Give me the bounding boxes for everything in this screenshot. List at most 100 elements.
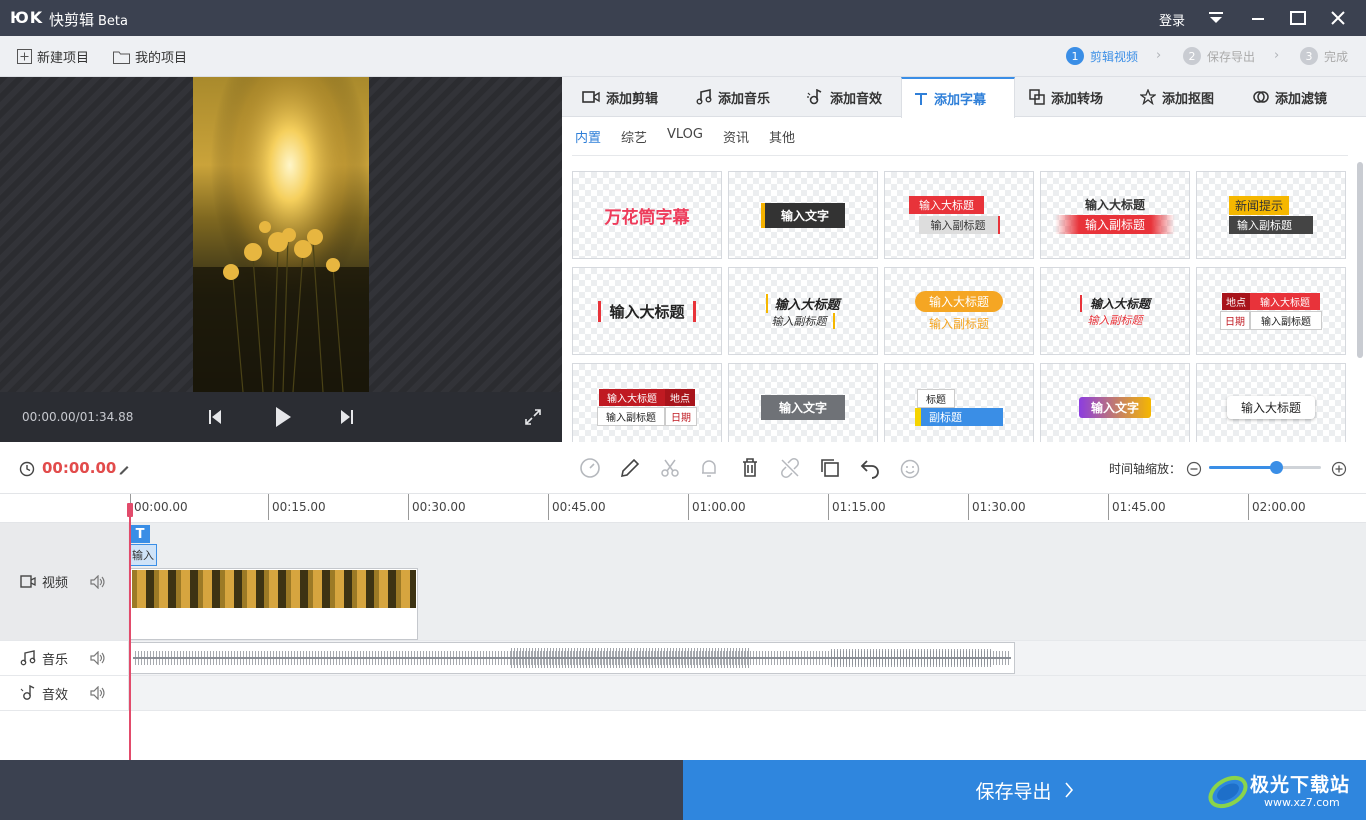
timeline-ruler[interactable]: 00:00.00 00:15.00 00:30.00 00:45.00 01:0…	[0, 494, 1366, 523]
copy-icon[interactable]	[819, 457, 841, 479]
template-card[interactable]: 输入大标题	[572, 267, 722, 355]
template-card[interactable]: 标题 副标题	[884, 363, 1034, 442]
sfx-track-body	[130, 676, 1366, 710]
video-clip[interactable]	[130, 568, 418, 640]
subtab-news[interactable]: 资讯	[723, 127, 749, 146]
zoom-label: 时间轴缩放：	[1109, 462, 1182, 476]
step-export[interactable]: 2 保存导出	[1183, 47, 1255, 65]
close-icon[interactable]	[1325, 6, 1351, 30]
ruler-tick: 00:45.00	[548, 494, 606, 520]
my-projects-button[interactable]: 我的项目	[113, 47, 187, 66]
ruler-tick: 00:15.00	[268, 494, 326, 520]
speaker-icon[interactable]	[90, 651, 106, 665]
zoom-slider-handle[interactable]	[1270, 461, 1284, 474]
template-card[interactable]: 输入文字	[728, 171, 878, 259]
panel-scrollbar[interactable]	[1357, 162, 1363, 358]
site-watermark: 极光下载站 www.xz7.com	[1206, 766, 1366, 816]
subtitle-categories: 内置 综艺 VLOG 资讯 其他	[572, 117, 1348, 156]
delete-trash-icon[interactable]	[739, 457, 761, 479]
menu-bar: 新建项目 我的项目 1 剪辑视频 › 2 保存导出 › 3 完成	[0, 36, 1366, 77]
template-card[interactable]: 地点 输入大标题 日期 输入副标题	[1196, 267, 1346, 355]
template-card[interactable]: 输入大标题 地点 输入副标题 日期	[572, 363, 722, 442]
template-card[interactable]: 输入文字	[728, 363, 878, 442]
ruler-tick: 01:00.00	[688, 494, 746, 520]
tab-add-transition[interactable]: 添加转场	[1017, 77, 1115, 117]
chevron-right-icon: ›	[1156, 48, 1162, 63]
video-track: 视频 T 输入	[0, 523, 1366, 641]
subtitle-template-grid: 万花筒字幕 输入文字 输入大标题 输入副标题 输入大标题 输入副标题 新闻提示 …	[572, 171, 1348, 442]
tab-add-filter[interactable]: 添加滤镜	[1241, 77, 1339, 117]
zoom-in-icon[interactable]	[1328, 458, 1350, 480]
next-frame-icon[interactable]	[337, 407, 357, 427]
zoom-slider[interactable]	[1209, 461, 1321, 474]
new-project-button[interactable]: 新建项目	[17, 47, 89, 66]
play-icon[interactable]	[271, 404, 295, 430]
template-card[interactable]: 输入大标题 输入副标题	[1040, 171, 1190, 259]
sound-effect-icon	[20, 685, 35, 700]
music-track-body	[130, 641, 1366, 675]
unlink-icon[interactable]	[779, 457, 801, 479]
minimize-icon[interactable]	[1245, 6, 1271, 30]
video-track-header: 视频	[0, 523, 129, 640]
speaker-icon[interactable]	[90, 686, 106, 700]
template-card[interactable]: 输入文字	[1040, 363, 1190, 442]
tab-add-music[interactable]: 添加音乐	[684, 77, 782, 117]
title-bar: ЮK 快剪辑 Beta 登录	[0, 0, 1366, 36]
template-card[interactable]: 输入大标题 输入副标题	[1040, 267, 1190, 355]
template-card[interactable]: 输入大标题 输入副标题	[884, 171, 1034, 259]
subtab-builtin[interactable]: 内置	[575, 127, 601, 146]
edit-time-icon[interactable]	[116, 458, 132, 480]
fullscreen-icon[interactable]	[523, 407, 543, 427]
speaker-icon[interactable]	[90, 574, 106, 589]
zoom-slider-fill	[1209, 466, 1277, 469]
subtab-vlog[interactable]: VLOG	[667, 127, 703, 142]
dropdown-menu-icon[interactable]	[1203, 6, 1229, 30]
step-edit[interactable]: 1 剪辑视频	[1066, 47, 1138, 65]
previous-frame-icon[interactable]	[205, 407, 225, 427]
subtitle-clip[interactable]: 输入	[130, 544, 157, 566]
scissors-icon[interactable]	[659, 457, 681, 479]
subtab-variety[interactable]: 综艺	[621, 127, 647, 146]
music-note-icon	[20, 650, 36, 666]
tab-add-clip[interactable]: 添加剪辑	[570, 77, 670, 117]
template-card[interactable]: 新闻提示 输入副标题	[1196, 171, 1346, 259]
watermark-url: www.xz7.com	[1264, 796, 1340, 809]
sfx-track-header: 音效	[0, 676, 129, 710]
template-card[interactable]: 输入大标题	[1196, 363, 1346, 442]
undo-icon[interactable]	[859, 457, 881, 479]
timeline-toolbar: 00:00.00 时间轴缩放：	[0, 442, 1366, 494]
text-t-icon[interactable]: T	[130, 525, 150, 543]
step-done[interactable]: 3 完成	[1300, 47, 1348, 65]
tab-add-sound-effect[interactable]: 添加音效	[794, 77, 894, 117]
maximize-icon[interactable]	[1285, 6, 1311, 30]
playhead-handle[interactable]	[127, 503, 133, 517]
tab-add-subtitle[interactable]: 添加字幕	[901, 77, 1015, 118]
template-card[interactable]: 输入大标题 输入副标题	[884, 267, 1034, 355]
video-preview	[0, 77, 562, 392]
sticker-icon[interactable]	[899, 457, 921, 479]
subtab-other[interactable]: 其他	[769, 127, 795, 146]
chevron-right-icon: ›	[1274, 48, 1280, 63]
ruler-tick: 00:30.00	[408, 494, 466, 520]
ruler-tick: 01:30.00	[968, 494, 1026, 520]
player-controls: 00:00.00/01:34.88	[0, 392, 562, 442]
music-track: 音乐	[0, 641, 1366, 676]
ruler-tick: 01:45.00	[1108, 494, 1166, 520]
plus-box-icon	[17, 49, 32, 64]
speed-icon[interactable]	[579, 457, 601, 479]
ruler-tick: 02:00.00	[1248, 494, 1306, 520]
playhead[interactable]	[127, 503, 133, 760]
ruler-tick: 00:00.00	[130, 494, 188, 520]
video-frame	[193, 77, 369, 392]
template-card[interactable]: 万花筒字幕	[572, 171, 722, 259]
edit-pencil-icon[interactable]	[619, 457, 641, 479]
tab-add-cutout[interactable]: 添加抠图	[1128, 77, 1226, 117]
login-link[interactable]: 登录	[1159, 10, 1185, 29]
asset-tabs: 添加剪辑 添加音乐 添加音效 添加字幕 添加转场 添加抠图 添加滤镜	[562, 77, 1366, 118]
asset-panel: 添加剪辑 添加音乐 添加音效 添加字幕 添加转场 添加抠图 添加滤镜 内置 综艺	[562, 77, 1366, 442]
video-track-body: T 输入	[130, 523, 1366, 640]
template-card[interactable]: 输入大标题 输入副标题	[728, 267, 878, 355]
zoom-out-icon[interactable]	[1183, 458, 1205, 480]
bell-icon[interactable]	[698, 457, 720, 479]
music-clip[interactable]	[130, 642, 1015, 674]
